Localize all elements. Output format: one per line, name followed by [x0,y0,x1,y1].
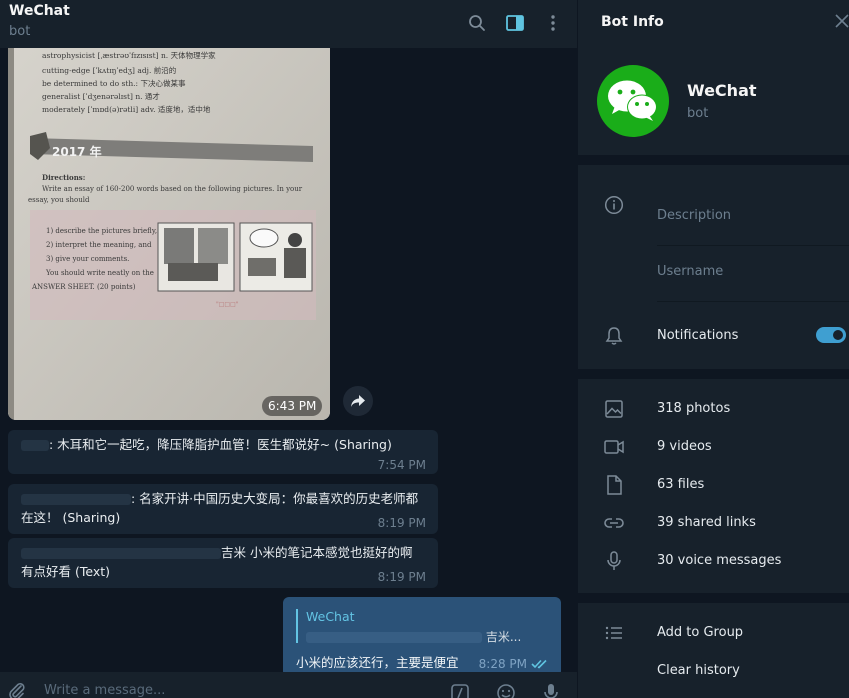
search-icon [469,15,485,31]
message-time: 8:28 PM [478,657,527,671]
redacted-name [21,494,131,505]
message-text: : 名家开讲·中国历史大变局：你最喜欢的历史老师都 [131,491,419,506]
outgoing-message[interactable]: WeChat 吉米... 小米的应该还行，主要是便宜 8:28 PM [283,597,561,677]
message-composer [0,672,577,698]
file-icon [603,474,625,496]
section-divider [578,593,849,603]
photo-timestamp: 6:43 PM [262,396,323,416]
bell-icon [603,325,625,347]
attach-button[interactable] [6,680,28,698]
message-text: : 木耳和它一起吃，降压降脂护血管！医生都说好~ (Sharing) [49,437,392,452]
emoji-button[interactable] [495,682,517,698]
commands-button[interactable] [449,682,471,698]
avatar[interactable] [597,65,669,137]
photo-line: cutting-edge [ˈkʌtɪŋˈedʒ] adj. 前沿的 [42,65,176,75]
message-bubble[interactable]: 吉米 小米的笔记本感觉也挺好的啊 有点好看 (Text) 8:19 PM [8,538,438,588]
message-text: 吉米 小米的笔记本感觉也挺好的啊 [221,545,413,560]
toggle-info-panel-button[interactable] [503,11,527,35]
more-menu-button[interactable] [541,11,565,35]
more-vertical-icon [551,15,555,31]
row-divider [657,245,849,246]
link-icon [603,512,625,534]
redacted-name [21,548,221,559]
media-files-link[interactable]: 63 files [657,477,704,492]
bot-info-panel: Bot Info WeChat bot Description Username [577,0,849,698]
media-videos-link[interactable]: 9 videos [657,439,712,454]
photo-line: astrophysicist [ˌæstrəʊˈfɪzɪsɪst] n. 天体物… [42,50,216,60]
wechat-logo-icon [608,80,657,121]
microphone-icon [603,550,625,572]
message-text: 在这！ (Sharing) [21,510,121,525]
message-text: 小米的应该还行，主要是便宜 [296,655,459,670]
panel-title: Bot Info [601,14,664,30]
photo-line: ANSWER SHEET. (20 points) [31,283,136,291]
svg-text:"□□□": "□□□" [216,301,239,308]
description-label: Description [657,208,732,223]
photo-line: 1) describe the pictures briefly, [46,227,157,235]
forward-icon [351,395,365,407]
forward-button[interactable] [343,386,373,416]
notifications-label[interactable]: Notifications [657,328,738,343]
redacted-name [21,440,49,451]
redacted-text [306,632,482,643]
photo-line: 3) give your comments. [46,255,129,263]
media-photos-link[interactable]: 318 photos [657,401,730,416]
reply-preview: 吉米... [306,628,521,645]
photo-line: generalist [ˈdʒenərəlɪst] n. 通才 [42,91,160,101]
voice-record-button[interactable] [540,682,562,698]
message-text: 有点好看 (Text) [21,564,111,579]
slash-command-icon [451,684,469,698]
photo-line: be determined to do sth.: 下决心做某事 [42,78,186,88]
sidebar-panel-icon [506,15,524,31]
media-voice-link[interactable]: 30 voice messages [657,553,781,568]
reply-bar [296,609,298,643]
textbook-photo: astrophysicist [ˌæstrəʊˈfɪzɪsɪst] n. 天体物… [8,48,330,420]
double-check-icon [531,659,547,669]
section-divider [578,155,849,165]
message-time: 8:19 PM [377,516,426,530]
reply-sender: WeChat [306,609,355,624]
chat-pane: astrophysicist [ˌæstrəʊˈfɪzɪsɪst] n. 天体物… [0,0,577,698]
info-icon [603,194,625,216]
photo-icon [603,398,625,420]
message-time: 8:19 PM [377,570,426,584]
photo-line: 2) interpret the meaning, and [46,241,152,249]
photo-year: 2017 年 [52,144,102,159]
username-label: Username [657,264,724,279]
emoji-icon [497,684,515,698]
paperclip-icon [9,683,25,698]
photo-message[interactable]: astrophysicist [ˌæstrəʊˈfɪzɪsɪst] n. 天体物… [8,48,330,420]
clear-history-button[interactable]: Clear history [657,663,740,678]
photo-line: Directions: [42,173,85,182]
message-time: 7:54 PM [377,458,426,472]
video-icon [603,436,625,458]
photo-line: moderately [ˈmɒd(ə)rətli] adv. 适度地，适中地 [42,104,211,114]
close-icon[interactable] [833,12,849,30]
message-bubble[interactable]: : 木耳和它一起吃，降压降脂护血管！医生都说好~ (Sharing) 7:54 … [8,430,438,474]
reply-preview-text: 吉米... [485,630,522,644]
microphone-icon [544,684,558,698]
media-links-link[interactable]: 39 shared links [657,515,756,530]
add-to-group-button[interactable]: Add to Group [657,625,743,640]
section-divider [578,369,849,379]
bot-subtitle: bot [687,106,709,121]
photo-line: Write an essay of 160-200 words based on… [28,185,303,204]
row-divider [657,301,849,302]
notifications-toggle[interactable] [816,327,846,343]
chat-title: WeChat [9,3,70,19]
search-button[interactable] [465,11,489,35]
list-icon [603,622,625,644]
photo-line: You should write neatly on the [45,269,154,277]
message-bubble[interactable]: : 名家开讲·中国历史大变局：你最喜欢的历史老师都 在这！ (Sharing) … [8,484,438,534]
bot-name: WeChat [687,81,757,100]
chat-header[interactable]: WeChat bot [0,0,577,48]
chat-subtitle: bot [9,24,31,39]
message-input[interactable] [44,680,424,698]
